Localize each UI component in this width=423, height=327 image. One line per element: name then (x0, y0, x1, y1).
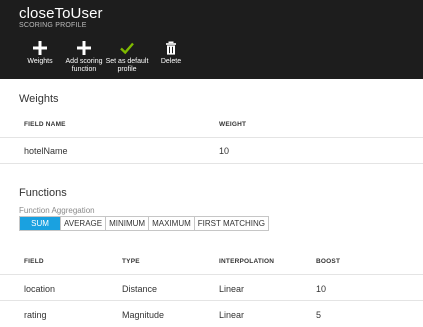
set-default-profile-label: Set as default profile (105, 58, 149, 73)
function-row-boost[interactable]: 10 (316, 284, 326, 294)
function-row-type[interactable]: Distance (122, 284, 157, 294)
blade-header: closeToUser SCORING PROFILE Weights Add … (0, 0, 423, 79)
function-aggregation-selector: SUM AVERAGE MINIMUM MAXIMUM FIRST MATCHI… (19, 216, 270, 231)
delete-button-label: Delete (160, 58, 182, 65)
aggregation-option-minimum[interactable]: MINIMUM (106, 217, 150, 230)
checkmark-icon (120, 42, 134, 55)
function-row-boost[interactable]: 5 (316, 310, 321, 320)
functions-col-interpolation: INTERPOLATION (219, 258, 275, 265)
weights-col-field-name: FIELD NAME (24, 121, 66, 128)
functions-col-boost: BOOST (316, 258, 341, 265)
functions-col-type: TYPE (122, 258, 140, 265)
function-row-field[interactable]: rating (24, 310, 47, 320)
weights-section-title: Weights (19, 93, 59, 105)
weights-row-field[interactable]: hotelName (24, 146, 68, 156)
page-subtitle: SCORING PROFILE (19, 22, 87, 29)
aggregation-option-sum[interactable]: SUM (20, 217, 61, 230)
aggregation-option-first-matching[interactable]: FIRST MATCHING (194, 217, 269, 230)
function-row-type[interactable]: Magnitude (122, 310, 164, 320)
weights-button-label: Weights (27, 58, 53, 65)
aggregation-option-average[interactable]: AVERAGE (61, 217, 107, 230)
weights-row-weight[interactable]: 10 (219, 146, 229, 156)
functions-header-divider (0, 274, 423, 275)
delete-button[interactable]: Delete (145, 41, 197, 66)
function-row-field[interactable]: location (24, 284, 55, 294)
add-scoring-function-label: Add scoring function (65, 58, 103, 73)
plus-icon (77, 41, 91, 55)
weights-header-divider (0, 137, 423, 138)
function-row-interpolation[interactable]: Linear (219, 284, 244, 294)
trash-icon (166, 41, 176, 55)
aggregation-option-maximum[interactable]: MAXIMUM (149, 217, 195, 230)
plus-icon (33, 41, 47, 55)
page-title: closeToUser (19, 5, 103, 22)
function-row-divider (0, 300, 423, 301)
weights-row-divider (0, 163, 423, 164)
functions-col-field: FIELD (24, 258, 44, 265)
function-aggregation-label: Function Aggregation (19, 206, 95, 215)
function-row-interpolation[interactable]: Linear (219, 310, 244, 320)
weights-col-weight: WEIGHT (219, 121, 247, 128)
functions-section-title: Functions (19, 187, 67, 199)
